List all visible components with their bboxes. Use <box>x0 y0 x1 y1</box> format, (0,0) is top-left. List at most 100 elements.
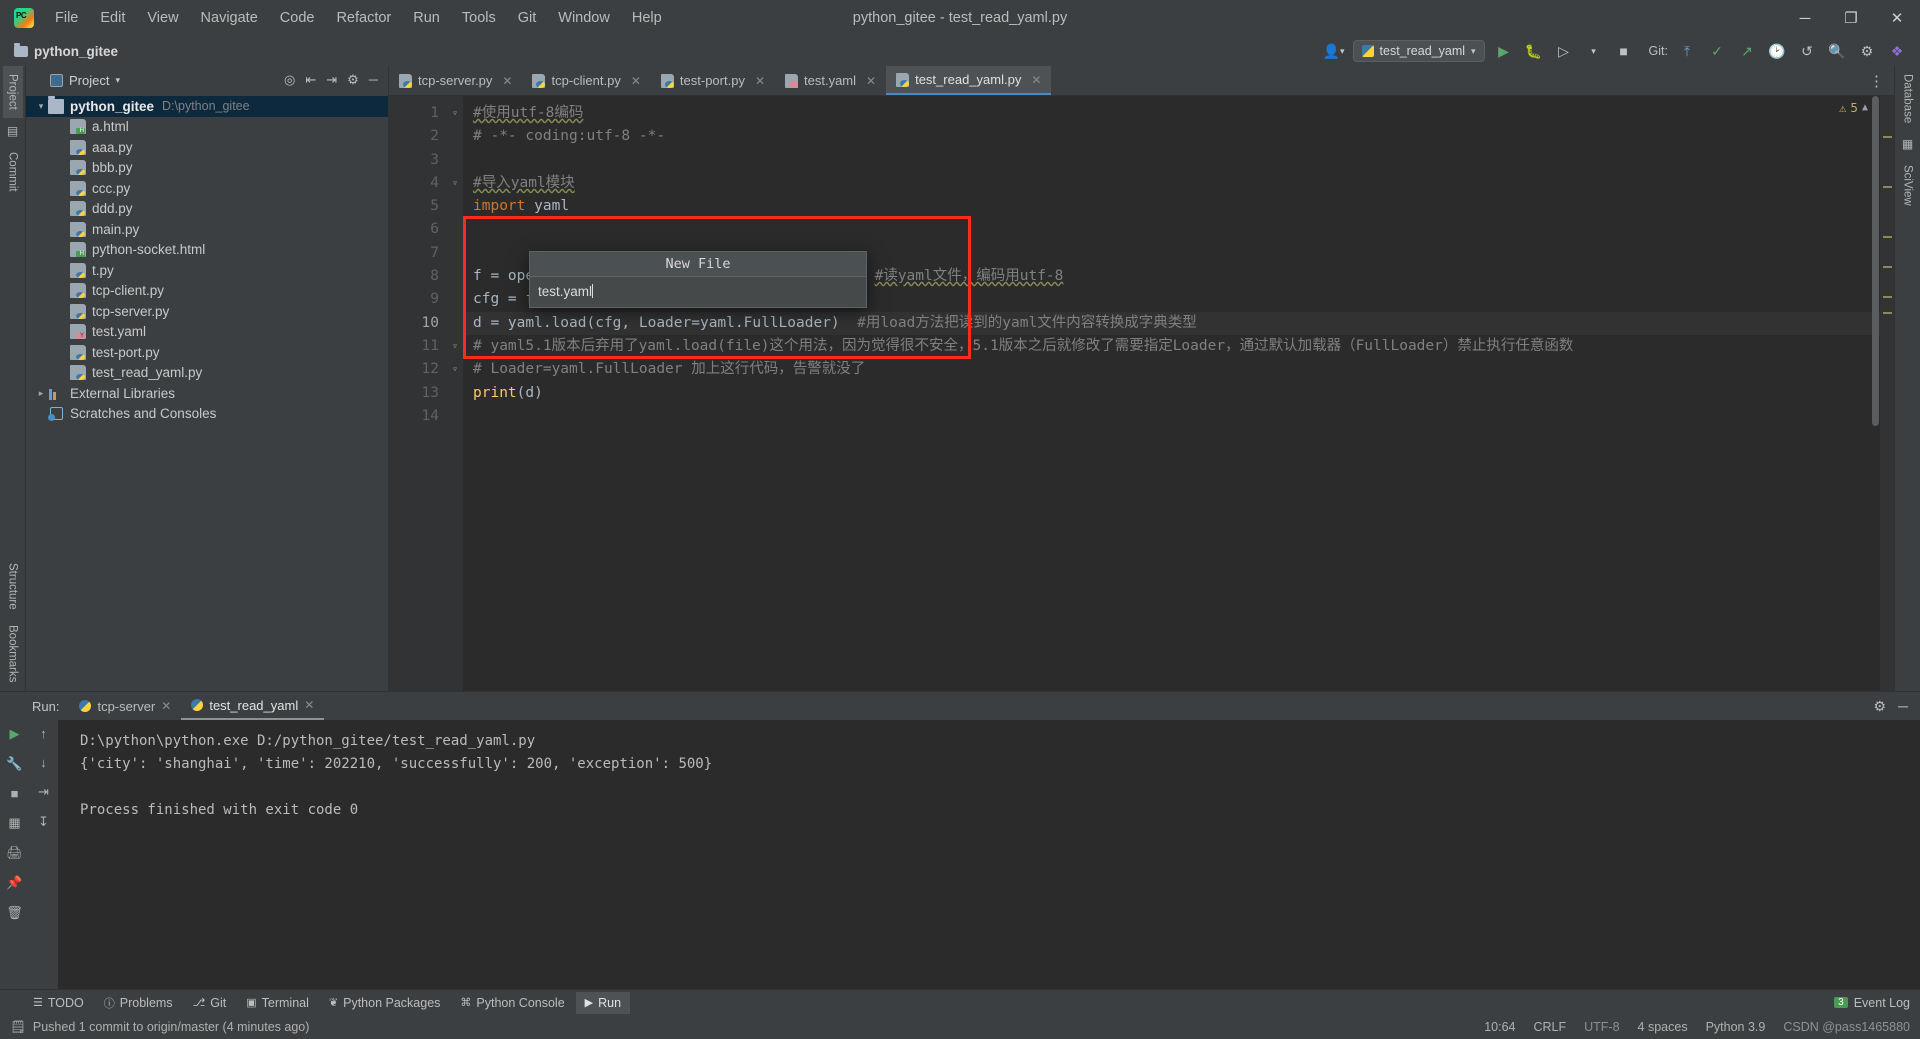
sidebar-item-project[interactable]: Project <box>3 66 23 118</box>
history-icon[interactable]: 🕑 <box>1766 40 1788 62</box>
new-file-dialog[interactable]: New File test.yaml <box>529 251 867 308</box>
line-separator[interactable]: CRLF <box>1533 1020 1566 1034</box>
run-button[interactable]: ▶ <box>1493 40 1515 62</box>
tree-row-file[interactable]: t.py <box>26 260 388 281</box>
tree-row-scratches[interactable]: Scratches and Consoles <box>26 404 388 425</box>
hide-run-panel-icon[interactable]: ─ <box>1898 698 1908 715</box>
menu-help[interactable]: Help <box>621 6 673 30</box>
tree-row-file[interactable]: a.html <box>26 117 388 138</box>
tree-row-external-libraries[interactable]: ▸ External Libraries <box>26 383 388 404</box>
tree-row-file[interactable]: test-port.py <box>26 342 388 363</box>
project-dropdown-icon[interactable]: ▾ <box>115 75 120 86</box>
tool-window-python-packages[interactable]: ❦ Python Packages <box>320 992 450 1014</box>
event-log-label[interactable]: Event Log <box>1854 996 1910 1010</box>
close-icon[interactable]: ✕ <box>866 74 876 88</box>
code-editor[interactable]: 1 2 3 4 5 6 7 8 9 10 11 12 13 14 ▿ <box>389 96 1894 691</box>
scrollbar-thumb[interactable] <box>1872 96 1879 426</box>
menu-code[interactable]: Code <box>269 6 326 30</box>
tree-row-file[interactable]: aaa.py <box>26 137 388 158</box>
expand-all-icon[interactable]: ⇤ <box>305 72 316 88</box>
tool-window-todo[interactable]: ☰ TODO <box>24 992 93 1014</box>
event-log-area[interactable]: 3 Event Log <box>1834 996 1920 1010</box>
menu-edit[interactable]: Edit <box>89 6 136 30</box>
tool-window-run[interactable]: ▶ Run <box>576 992 630 1014</box>
close-icon[interactable]: ✕ <box>1031 73 1041 87</box>
print-icon[interactable]: 🖨 <box>6 845 23 861</box>
sidebar-item-database[interactable]: Database <box>1898 66 1918 131</box>
close-icon[interactable]: ✕ <box>161 699 171 713</box>
chevron-up-icon[interactable]: ▲ <box>1862 102 1868 113</box>
sidebar-item-commit[interactable]: Commit <box>3 144 23 200</box>
sidebar-item-structure[interactable]: Structure <box>3 555 23 618</box>
tab-test-yaml[interactable]: test.yaml ✕ <box>775 66 886 95</box>
close-icon[interactable]: ✕ <box>631 74 641 88</box>
undo-icon[interactable]: ↺ <box>1796 40 1818 62</box>
git-commit-icon[interactable]: ✓ <box>1706 40 1728 62</box>
fold-marker[interactable]: ▿ <box>447 102 463 125</box>
code-folding-gutter[interactable]: ▿ ▿ ▿ ▿ <box>447 96 463 691</box>
chevron-down-icon[interactable]: ▾ <box>34 101 48 112</box>
caret-position[interactable]: 10:64 <box>1484 1020 1515 1034</box>
close-icon[interactable]: ✕ <box>755 74 765 88</box>
tree-row-file[interactable]: bbb.py <box>26 158 388 179</box>
chevron-right-icon[interactable]: ▸ <box>34 388 48 399</box>
tree-row-file[interactable]: test_read_yaml.py <box>26 363 388 384</box>
tree-row-file[interactable]: tcp-client.py <box>26 281 388 302</box>
plugin-icon[interactable]: ❖ <box>1886 40 1908 62</box>
tool-window-git[interactable]: ⎇ Git <box>184 992 236 1014</box>
structure-icon[interactable]: ▦ <box>8 815 20 831</box>
editor-options-icon[interactable]: ⋮ <box>1859 66 1894 95</box>
tool-window-python-console[interactable]: ⌘ Python Console <box>451 992 573 1014</box>
menu-window[interactable]: Window <box>547 6 621 30</box>
trash-icon[interactable]: 🗑 <box>6 905 23 921</box>
debug-button[interactable]: 🐛 <box>1523 40 1545 62</box>
tree-row-file[interactable]: ddd.py <box>26 199 388 220</box>
profile-dropdown-icon[interactable]: ▾ <box>1583 40 1605 62</box>
menu-tools[interactable]: Tools <box>451 6 507 30</box>
tab-tcp-server-py[interactable]: tcp-server.py ✕ <box>389 66 522 95</box>
breadcrumb[interactable]: python_gitee <box>34 44 118 59</box>
minimize-button[interactable]: ─ <box>1782 0 1828 36</box>
close-icon[interactable]: ✕ <box>304 698 314 712</box>
tool-window-terminal[interactable]: ▣ Terminal <box>237 992 318 1014</box>
project-settings-icon[interactable]: ⚙ <box>347 72 359 88</box>
select-opened-file-icon[interactable]: ◎ <box>284 72 295 88</box>
soft-wrap-icon[interactable]: ⇥ <box>38 784 49 800</box>
arrow-down-icon[interactable]: ↓ <box>40 755 47 770</box>
close-button[interactable]: ✕ <box>1874 0 1920 36</box>
settings-gear-icon[interactable]: ⚙ <box>1856 40 1878 62</box>
wrench-icon[interactable]: 🔧 <box>6 756 22 772</box>
tree-row-project-root[interactable]: ▾ python_gitee D:\python_gitee <box>26 96 388 117</box>
run-console-output[interactable]: D:\python\python.exe D:/python_gitee/tes… <box>58 720 1920 989</box>
scroll-end-icon[interactable]: ↧ <box>38 814 49 830</box>
run-tab-test-read-yaml[interactable]: test_read_yaml ✕ <box>181 693 324 720</box>
maximize-button[interactable]: ❐ <box>1828 0 1874 36</box>
tree-row-file[interactable]: tcp-server.py <box>26 301 388 322</box>
file-encoding[interactable]: UTF-8 <box>1584 1020 1619 1034</box>
run-configuration-selector[interactable]: test_read_yaml ▾ <box>1353 40 1485 62</box>
stop-button[interactable]: ■ <box>1613 40 1635 62</box>
menu-git[interactable]: Git <box>507 6 548 30</box>
python-interpreter[interactable]: Python 3.9 <box>1706 1020 1766 1034</box>
search-icon[interactable]: 🔍 <box>1826 40 1848 62</box>
editor-marker-strip[interactable] <box>1880 96 1894 691</box>
sidebar-item-sciview[interactable]: SciView <box>1898 157 1918 214</box>
tree-row-file[interactable]: python-socket.html <box>26 240 388 261</box>
close-icon[interactable]: ✕ <box>502 74 512 88</box>
tab-test-port-py[interactable]: test-port.py ✕ <box>651 66 775 95</box>
code-text[interactable]: #使用utf-8编码 # -*- coding:utf-8 -*- #导入yam… <box>463 96 1880 691</box>
tree-row-file[interactable]: ccc.py <box>26 178 388 199</box>
collapse-all-icon[interactable]: ⇥ <box>326 72 337 88</box>
fold-marker[interactable]: ▿ <box>447 358 463 381</box>
fold-marker[interactable]: ▿ <box>447 172 463 195</box>
menu-view[interactable]: View <box>136 6 189 30</box>
menu-run[interactable]: Run <box>402 6 451 30</box>
run-coverage-button[interactable]: ▷ <box>1553 40 1575 62</box>
sidebar-item-bookmarks[interactable]: Bookmarks <box>3 617 23 691</box>
pin-icon[interactable]: 📌 <box>6 875 22 891</box>
fold-marker[interactable]: ▿ <box>447 335 463 358</box>
menu-refactor[interactable]: Refactor <box>325 6 402 30</box>
tab-test-read-yaml-py[interactable]: test_read_yaml.py ✕ <box>886 66 1051 95</box>
editor-vertical-scrollbar[interactable] <box>1870 96 1880 691</box>
arrow-up-icon[interactable]: ↑ <box>40 726 47 741</box>
